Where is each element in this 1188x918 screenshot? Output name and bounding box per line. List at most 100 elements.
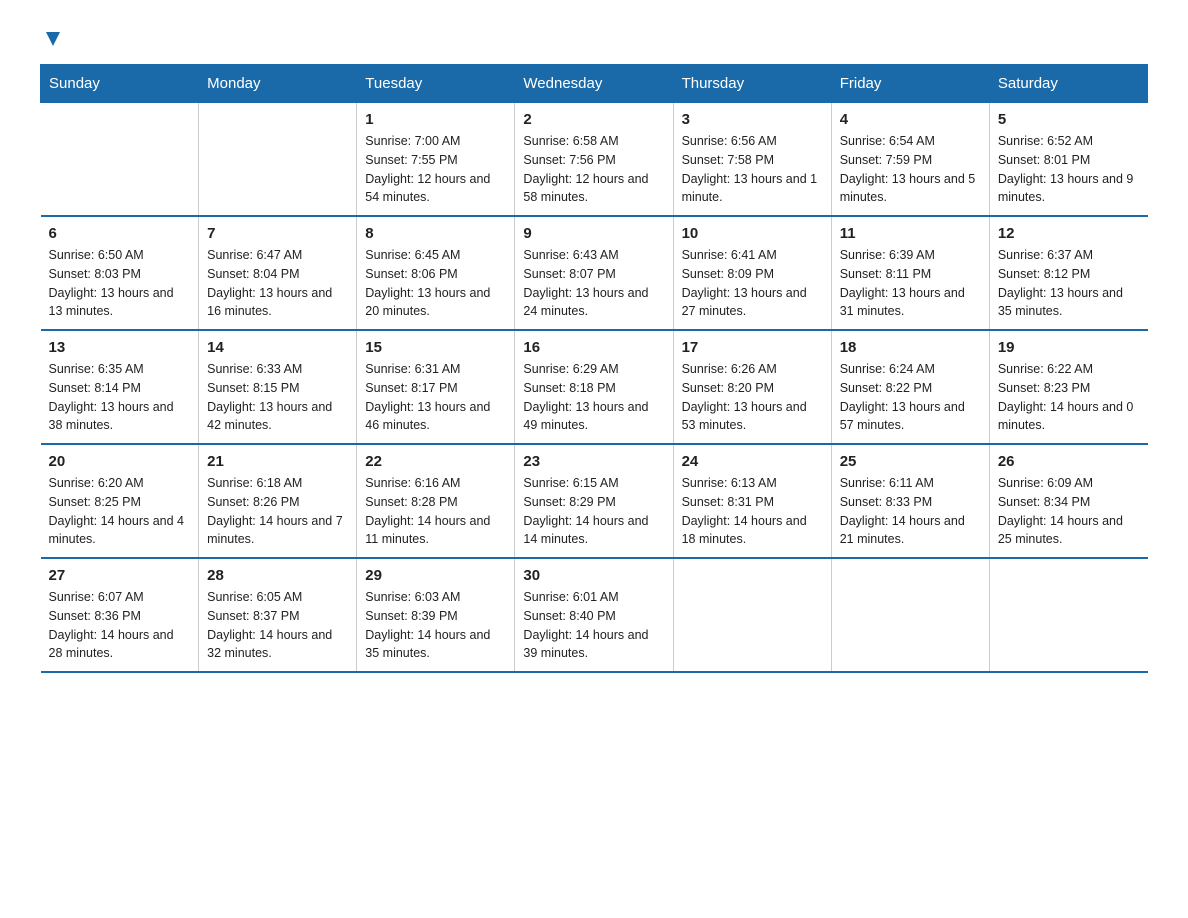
day-info: Sunrise: 6:26 AMSunset: 8:20 PMDaylight:… [682,360,823,435]
day-number: 3 [682,111,823,128]
day-info: Sunrise: 6:07 AMSunset: 8:36 PMDaylight:… [49,588,191,663]
logo [40,30,64,44]
day-info: Sunrise: 6:01 AMSunset: 8:40 PMDaylight:… [523,588,664,663]
calendar-cell: 5 Sunrise: 6:52 AMSunset: 8:01 PMDayligh… [989,103,1147,217]
header-day-tuesday: Tuesday [357,65,515,103]
day-info: Sunrise: 6:31 AMSunset: 8:17 PMDaylight:… [365,360,506,435]
calendar-cell: 22 Sunrise: 6:16 AMSunset: 8:28 PMDaylig… [357,444,515,558]
day-info: Sunrise: 6:03 AMSunset: 8:39 PMDaylight:… [365,588,506,663]
calendar-cell: 1 Sunrise: 7:00 AMSunset: 7:55 PMDayligh… [357,103,515,217]
day-info: Sunrise: 6:35 AMSunset: 8:14 PMDaylight:… [49,360,191,435]
header-day-saturday: Saturday [989,65,1147,103]
logo-triangle-icon [42,28,64,50]
day-info: Sunrise: 6:56 AMSunset: 7:58 PMDaylight:… [682,132,823,207]
week-row-2: 6 Sunrise: 6:50 AMSunset: 8:03 PMDayligh… [41,216,1148,330]
header-day-thursday: Thursday [673,65,831,103]
calendar-cell: 9 Sunrise: 6:43 AMSunset: 8:07 PMDayligh… [515,216,673,330]
day-info: Sunrise: 6:18 AMSunset: 8:26 PMDaylight:… [207,474,348,549]
calendar-cell [989,558,1147,672]
day-number: 10 [682,225,823,242]
day-info: Sunrise: 6:20 AMSunset: 8:25 PMDaylight:… [49,474,191,549]
calendar-cell: 16 Sunrise: 6:29 AMSunset: 8:18 PMDaylig… [515,330,673,444]
day-number: 24 [682,453,823,470]
day-info: Sunrise: 6:33 AMSunset: 8:15 PMDaylight:… [207,360,348,435]
week-row-1: 1 Sunrise: 7:00 AMSunset: 7:55 PMDayligh… [41,103,1148,217]
calendar-cell [199,103,357,217]
calendar-cell: 18 Sunrise: 6:24 AMSunset: 8:22 PMDaylig… [831,330,989,444]
header-area [40,30,1148,44]
calendar-cell: 23 Sunrise: 6:15 AMSunset: 8:29 PMDaylig… [515,444,673,558]
day-number: 8 [365,225,506,242]
day-number: 4 [840,111,981,128]
calendar-cell: 2 Sunrise: 6:58 AMSunset: 7:56 PMDayligh… [515,103,673,217]
week-row-5: 27 Sunrise: 6:07 AMSunset: 8:36 PMDaylig… [41,558,1148,672]
day-number: 11 [840,225,981,242]
day-number: 30 [523,567,664,584]
day-info: Sunrise: 6:41 AMSunset: 8:09 PMDaylight:… [682,246,823,321]
day-info: Sunrise: 6:11 AMSunset: 8:33 PMDaylight:… [840,474,981,549]
day-number: 14 [207,339,348,356]
day-info: Sunrise: 7:00 AMSunset: 7:55 PMDaylight:… [365,132,506,207]
day-number: 29 [365,567,506,584]
day-info: Sunrise: 6:09 AMSunset: 8:34 PMDaylight:… [998,474,1140,549]
day-info: Sunrise: 6:15 AMSunset: 8:29 PMDaylight:… [523,474,664,549]
day-info: Sunrise: 6:52 AMSunset: 8:01 PMDaylight:… [998,132,1140,207]
calendar-cell: 19 Sunrise: 6:22 AMSunset: 8:23 PMDaylig… [989,330,1147,444]
day-info: Sunrise: 6:13 AMSunset: 8:31 PMDaylight:… [682,474,823,549]
calendar-cell: 8 Sunrise: 6:45 AMSunset: 8:06 PMDayligh… [357,216,515,330]
day-info: Sunrise: 6:39 AMSunset: 8:11 PMDaylight:… [840,246,981,321]
day-number: 9 [523,225,664,242]
calendar-cell: 21 Sunrise: 6:18 AMSunset: 8:26 PMDaylig… [199,444,357,558]
calendar-cell: 27 Sunrise: 6:07 AMSunset: 8:36 PMDaylig… [41,558,199,672]
header-day-monday: Monday [199,65,357,103]
day-number: 5 [998,111,1140,128]
calendar-cell: 13 Sunrise: 6:35 AMSunset: 8:14 PMDaylig… [41,330,199,444]
header-day-sunday: Sunday [41,65,199,103]
calendar-cell: 7 Sunrise: 6:47 AMSunset: 8:04 PMDayligh… [199,216,357,330]
calendar-cell: 24 Sunrise: 6:13 AMSunset: 8:31 PMDaylig… [673,444,831,558]
day-info: Sunrise: 6:54 AMSunset: 7:59 PMDaylight:… [840,132,981,207]
day-number: 26 [998,453,1140,470]
day-number: 21 [207,453,348,470]
calendar-cell: 30 Sunrise: 6:01 AMSunset: 8:40 PMDaylig… [515,558,673,672]
day-number: 2 [523,111,664,128]
calendar-cell: 12 Sunrise: 6:37 AMSunset: 8:12 PMDaylig… [989,216,1147,330]
calendar-cell: 11 Sunrise: 6:39 AMSunset: 8:11 PMDaylig… [831,216,989,330]
day-number: 6 [49,225,191,242]
week-row-3: 13 Sunrise: 6:35 AMSunset: 8:14 PMDaylig… [41,330,1148,444]
calendar-cell: 4 Sunrise: 6:54 AMSunset: 7:59 PMDayligh… [831,103,989,217]
day-number: 28 [207,567,348,584]
day-number: 25 [840,453,981,470]
calendar-cell [831,558,989,672]
calendar-cell: 14 Sunrise: 6:33 AMSunset: 8:15 PMDaylig… [199,330,357,444]
day-info: Sunrise: 6:05 AMSunset: 8:37 PMDaylight:… [207,588,348,663]
day-number: 27 [49,567,191,584]
calendar-header-row: SundayMondayTuesdayWednesdayThursdayFrid… [41,65,1148,103]
calendar-cell: 20 Sunrise: 6:20 AMSunset: 8:25 PMDaylig… [41,444,199,558]
calendar-cell: 17 Sunrise: 6:26 AMSunset: 8:20 PMDaylig… [673,330,831,444]
calendar-cell: 15 Sunrise: 6:31 AMSunset: 8:17 PMDaylig… [357,330,515,444]
day-number: 22 [365,453,506,470]
day-info: Sunrise: 6:45 AMSunset: 8:06 PMDaylight:… [365,246,506,321]
day-number: 1 [365,111,506,128]
day-number: 12 [998,225,1140,242]
header-day-friday: Friday [831,65,989,103]
day-number: 20 [49,453,191,470]
day-info: Sunrise: 6:37 AMSunset: 8:12 PMDaylight:… [998,246,1140,321]
day-info: Sunrise: 6:16 AMSunset: 8:28 PMDaylight:… [365,474,506,549]
day-info: Sunrise: 6:50 AMSunset: 8:03 PMDaylight:… [49,246,191,321]
calendar-cell [41,103,199,217]
day-info: Sunrise: 6:58 AMSunset: 7:56 PMDaylight:… [523,132,664,207]
week-row-4: 20 Sunrise: 6:20 AMSunset: 8:25 PMDaylig… [41,444,1148,558]
day-number: 17 [682,339,823,356]
calendar-cell: 10 Sunrise: 6:41 AMSunset: 8:09 PMDaylig… [673,216,831,330]
day-number: 23 [523,453,664,470]
day-info: Sunrise: 6:24 AMSunset: 8:22 PMDaylight:… [840,360,981,435]
calendar-cell: 26 Sunrise: 6:09 AMSunset: 8:34 PMDaylig… [989,444,1147,558]
day-info: Sunrise: 6:29 AMSunset: 8:18 PMDaylight:… [523,360,664,435]
calendar-cell: 6 Sunrise: 6:50 AMSunset: 8:03 PMDayligh… [41,216,199,330]
calendar-cell: 25 Sunrise: 6:11 AMSunset: 8:33 PMDaylig… [831,444,989,558]
calendar-cell: 29 Sunrise: 6:03 AMSunset: 8:39 PMDaylig… [357,558,515,672]
calendar-cell: 28 Sunrise: 6:05 AMSunset: 8:37 PMDaylig… [199,558,357,672]
day-info: Sunrise: 6:43 AMSunset: 8:07 PMDaylight:… [523,246,664,321]
